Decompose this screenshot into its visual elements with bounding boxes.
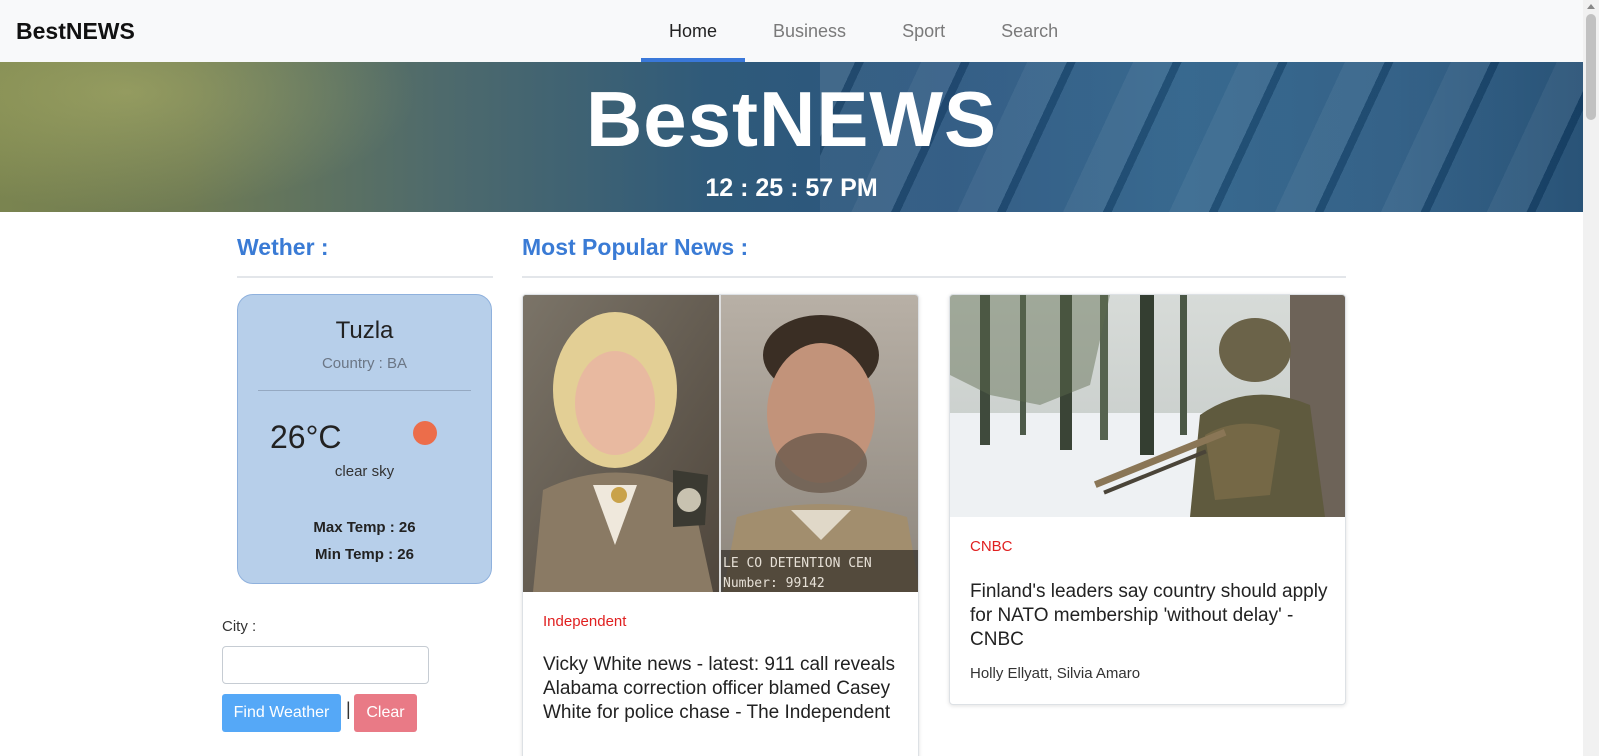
news-title[interactable]: Finland's leaders say country should app… xyxy=(970,580,1330,652)
weather-card: Tuzla Country : BA 26°C clear sky Max Te… xyxy=(237,294,492,584)
weather-divider xyxy=(237,276,493,278)
navbar: BestNEWS Home Business Sport Search xyxy=(0,0,1583,62)
weather-heading: Wether : xyxy=(237,234,329,260)
news-source[interactable]: CNBC xyxy=(970,538,1013,555)
city-input[interactable] xyxy=(222,646,429,684)
nav-item-business[interactable]: Business xyxy=(745,0,874,62)
page-scrollbar[interactable] xyxy=(1583,0,1599,756)
find-weather-button[interactable]: Find Weather xyxy=(222,694,341,732)
news-image[interactable] xyxy=(950,295,1345,517)
weather-max-temp: Max Temp : 26 xyxy=(313,519,416,536)
news-divider xyxy=(522,276,1346,278)
news-card[interactable]: LE CO DETENTION CEN Number: 99142 Indepe… xyxy=(522,294,919,756)
scroll-up-arrow-icon[interactable] xyxy=(1587,4,1595,9)
scrollbar-thumb[interactable] xyxy=(1586,14,1596,120)
news-source[interactable]: Independent xyxy=(543,613,626,630)
weather-min-temp: Min Temp : 26 xyxy=(315,546,414,563)
news-author: Holly Ellyatt, Silvia Amaro xyxy=(970,665,1141,682)
weather-country: Country : BA xyxy=(321,355,408,372)
hero-banner: BestNEWS 12 : 25 : 57 PM xyxy=(0,62,1583,212)
nav-menu: Home Business Sport Search xyxy=(641,0,1086,62)
news-image[interactable]: LE CO DETENTION CEN Number: 99142 xyxy=(523,295,918,592)
weather-temperature: 26°C xyxy=(270,419,342,455)
weather-city: Tuzla xyxy=(335,317,394,344)
news-title[interactable]: Vicky White news - latest: 911 call reve… xyxy=(543,653,903,725)
sun-icon xyxy=(413,421,437,445)
hero-title: BestNEWS xyxy=(585,75,998,163)
news-photo-soldier-snow xyxy=(950,295,1345,517)
brand-logo[interactable]: BestNEWS xyxy=(16,18,135,45)
city-label: City : xyxy=(222,618,257,635)
button-separator: | xyxy=(346,699,351,719)
hero-clock: 12 : 25 : 57 PM xyxy=(705,174,878,202)
nav-item-home[interactable]: Home xyxy=(641,0,746,62)
svg-text:LE CO DETENTION CEN: LE CO DETENTION CEN xyxy=(723,556,872,571)
weather-card-divider xyxy=(258,390,471,391)
news-heading: Most Popular News : xyxy=(522,234,749,260)
nav-item-sport[interactable]: Sport xyxy=(874,0,973,62)
nav-item-search[interactable]: Search xyxy=(973,0,1086,62)
svg-text:Number: 99142: Number: 99142 xyxy=(723,576,825,591)
news-card[interactable]: CNBC Finland's leaders say country shoul… xyxy=(949,294,1346,705)
news-photo-mugshots: LE CO DETENTION CEN Number: 99142 xyxy=(523,295,918,592)
weather-description: clear sky xyxy=(334,463,395,480)
clear-button[interactable]: Clear xyxy=(354,694,417,732)
